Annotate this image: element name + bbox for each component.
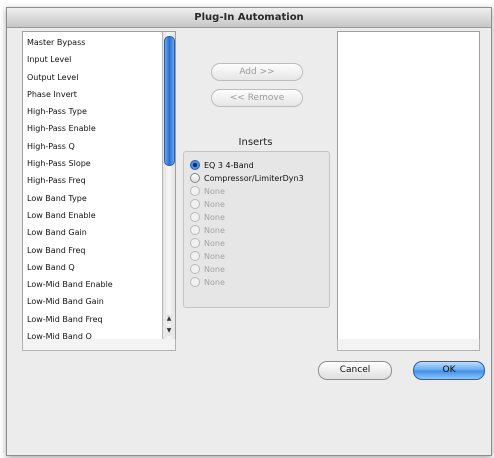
insert-option-label: None [204,278,225,287]
radio-unselected-icon[interactable] [190,263,200,274]
insert-option[interactable]: EQ 3 4-Band [190,159,254,171]
radio-selected-icon[interactable] [190,159,200,170]
insert-option[interactable]: None [190,276,225,288]
insert-option[interactable]: Compressor/LimiterDyn3 [190,172,304,184]
insert-option-label: None [204,213,225,222]
insert-option-label: Compressor/LimiterDyn3 [204,174,304,183]
scroll-thumb[interactable] [164,36,175,166]
insert-option-label: None [204,252,225,261]
radio-unselected-icon[interactable] [190,172,200,183]
parameter-list-bottom-strip [22,339,176,351]
insert-option-label: None [204,187,225,196]
parameter-list-item[interactable]: Low Band Type [23,190,175,207]
ok-button[interactable]: OK [413,361,485,380]
cancel-button[interactable]: Cancel [318,361,392,380]
parameter-list-item[interactable]: High-Pass Enable [23,120,175,137]
parameter-list-scrollbar[interactable]: ▲ ▼ [162,32,175,340]
radio-unselected-icon[interactable] [190,224,200,235]
automated-list-bottom-strip [337,339,480,351]
insert-option[interactable]: None [190,237,225,249]
automated-parameter-list[interactable] [337,31,480,341]
insert-option-label: None [204,226,225,235]
parameter-list-item[interactable]: Low-Mid Band Freq [23,311,175,328]
insert-option-label: None [204,200,225,209]
window-title: Plug-In Automation [7,8,491,28]
remove-button[interactable]: << Remove [211,89,303,107]
parameter-list-item[interactable]: Output Level [23,69,175,86]
parameter-list-item[interactable]: Master Bypass [23,34,175,51]
radio-unselected-icon[interactable] [190,198,200,209]
insert-option-label: None [204,265,225,274]
plugin-automation-window: Plug-In Automation Master Bypass Input Le… [6,7,492,456]
parameter-list-item[interactable]: Low Band Enable [23,207,175,224]
parameter-list[interactable]: Master Bypass Input Level Output Level Phas… [22,31,176,341]
add-button[interactable]: Add >> [211,63,303,81]
radio-unselected-icon[interactable] [190,185,200,196]
parameter-list-item[interactable]: Low-Mid Band Gain [23,293,175,310]
insert-option[interactable]: None [190,250,225,262]
parameter-list-item[interactable]: Low Band Q [23,259,175,276]
radio-unselected-icon[interactable] [190,211,200,222]
insert-option-label: None [204,239,225,248]
inserts-heading: Inserts [238,137,273,148]
parameter-list-items: Master Bypass Input Level Output Level Phas… [23,32,175,340]
insert-option[interactable]: None [190,263,225,275]
insert-option[interactable]: None [190,211,225,223]
parameter-list-item[interactable]: Low Band Gain [23,224,175,241]
parameter-list-item[interactable]: High-Pass Q [23,138,175,155]
radio-unselected-icon[interactable] [190,276,200,287]
parameter-list-item[interactable]: High-Pass Type [23,103,175,120]
parameter-list-item[interactable]: Low-Mid Band Enable [23,276,175,293]
parameter-list-item[interactable]: Phase Invert [23,86,175,103]
radio-unselected-icon[interactable] [190,237,200,248]
scroll-up-arrow-icon[interactable]: ▲ [163,314,175,324]
insert-option[interactable]: None [190,185,225,197]
parameter-list-item[interactable]: High-Pass Freq [23,172,175,189]
parameter-list-item[interactable]: Input Level [23,51,175,68]
radio-unselected-icon[interactable] [190,250,200,261]
insert-option-label: EQ 3 4-Band [204,161,254,170]
parameter-list-item[interactable]: High-Pass Slope [23,155,175,172]
parameter-list-item[interactable]: Low Band Freq [23,242,175,259]
scroll-down-arrow-icon[interactable]: ▼ [163,326,175,336]
inserts-group: EQ 3 4-Band Compressor/LimiterDyn3 None Non… [183,151,330,308]
insert-option[interactable]: None [190,224,225,236]
insert-option[interactable]: None [190,198,225,210]
